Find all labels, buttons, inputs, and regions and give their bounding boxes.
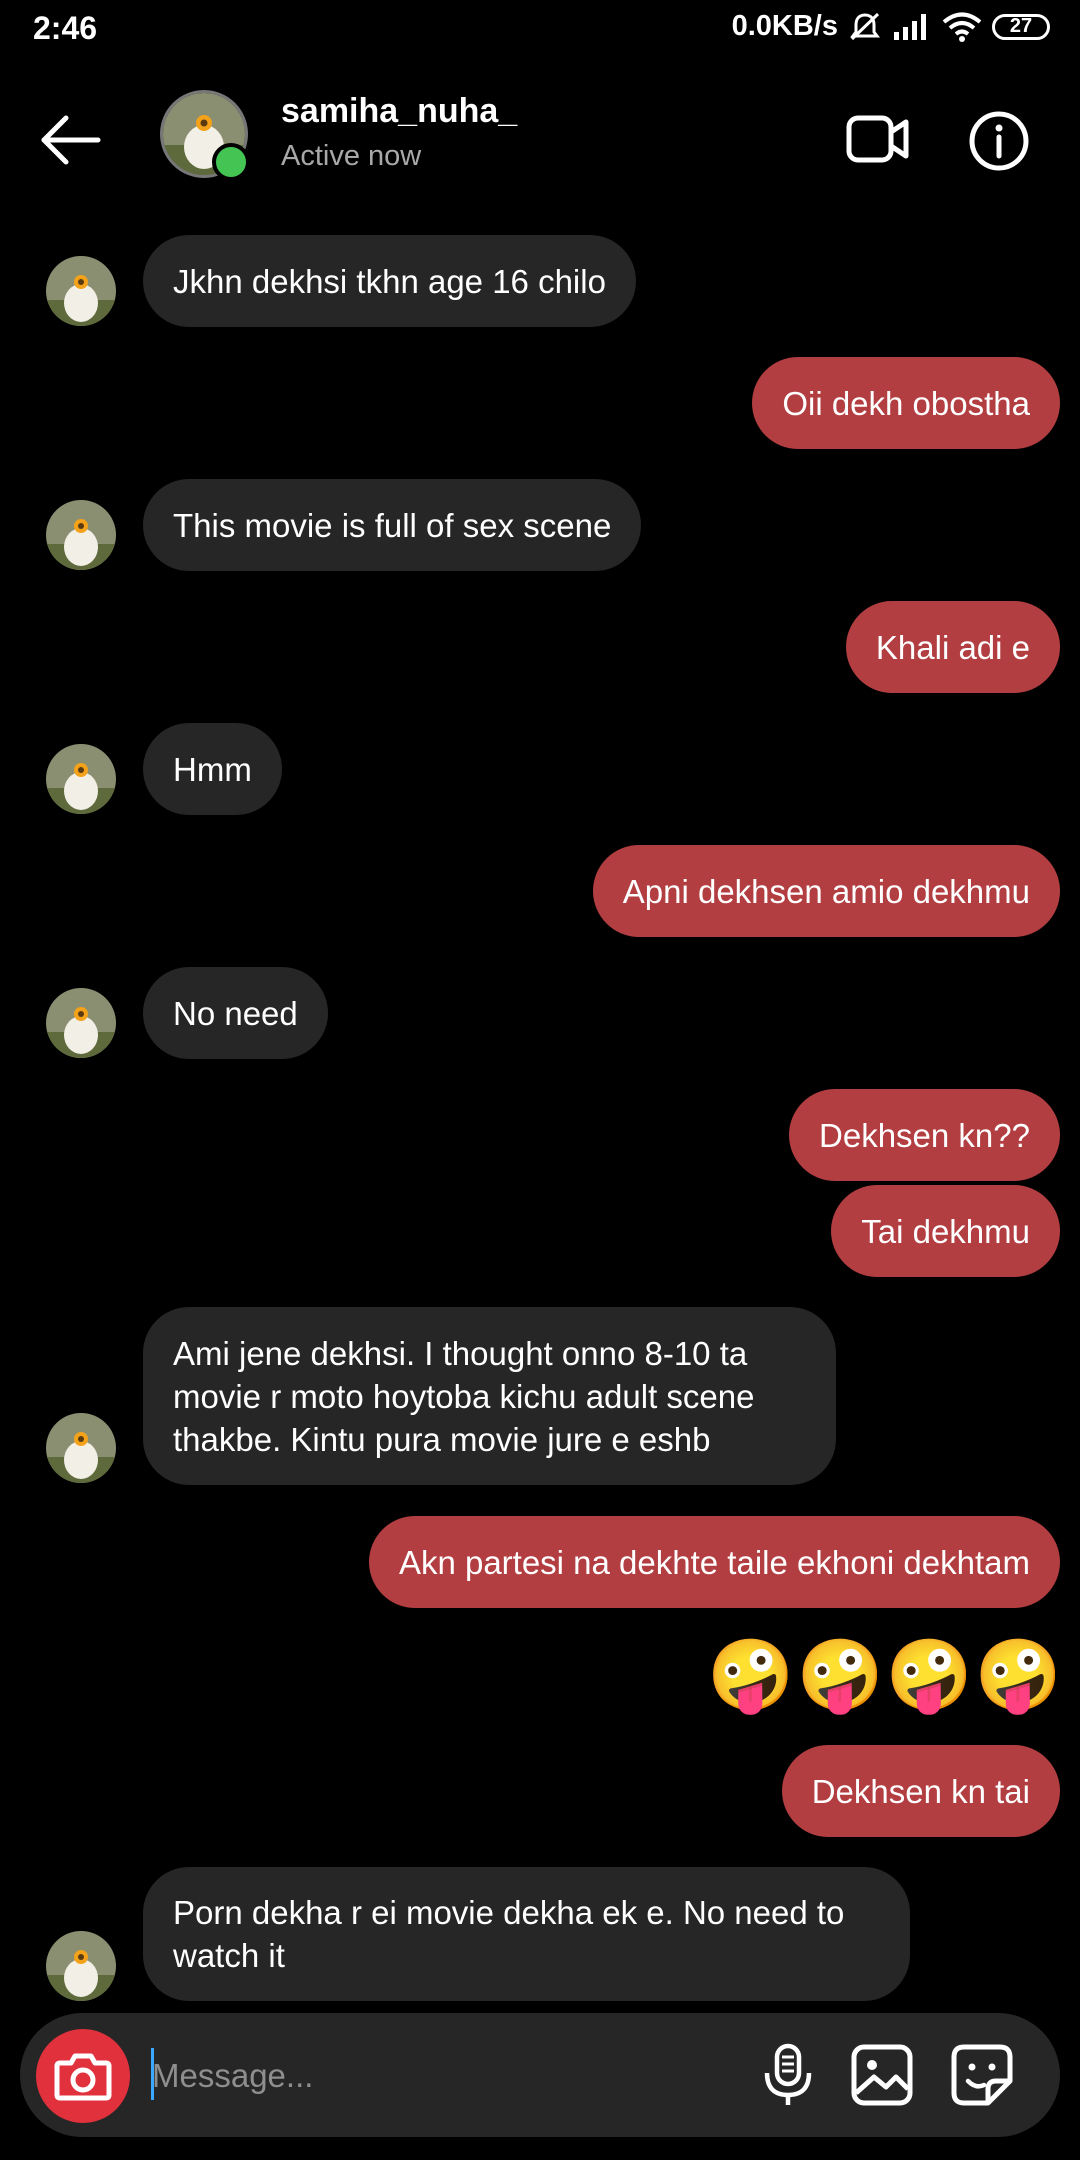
incoming-message[interactable]: Ami jene dekhsi. I thought onno 8-10 ta … [143, 1307, 836, 1485]
status-icons: 0.0KB/s 27 [732, 10, 1050, 43]
sender-avatar[interactable] [46, 1413, 116, 1483]
message-composer [20, 2013, 1060, 2137]
camera-icon [54, 2053, 112, 2101]
gallery-icon[interactable] [850, 2043, 914, 2107]
contact-username[interactable]: samiha_nuha_ [281, 92, 517, 131]
video-call-icon[interactable] [846, 110, 910, 168]
outgoing-message[interactable]: Tai dekhmu [831, 1185, 1060, 1277]
outgoing-message[interactable]: Apni dekhsen amio dekhmu [592, 845, 1060, 937]
incoming-message[interactable]: Hmm [143, 723, 282, 815]
message-input[interactable] [150, 2045, 754, 2107]
outgoing-message[interactable]: Akn partesi na dekhte taile ekhoni dekht… [368, 1516, 1060, 1608]
incoming-message[interactable]: Porn dekha r ei movie dekha ek e. No nee… [143, 1867, 910, 2001]
status-time: 2:46 [33, 10, 98, 46]
mute-icon [850, 12, 880, 40]
sender-avatar[interactable] [46, 1931, 116, 2001]
sender-avatar[interactable] [46, 256, 116, 326]
info-icon[interactable] [968, 110, 1030, 172]
network-speed: 0.0KB/s [731, 10, 838, 42]
signal-icon [894, 13, 926, 40]
incoming-message[interactable]: No need [143, 967, 328, 1059]
online-indicator [212, 143, 250, 181]
active-status: Active now [281, 140, 422, 172]
incoming-message[interactable]: Jkhn dekhsi tkhn age 16 chilo [143, 235, 636, 327]
battery-icon: 27 [992, 13, 1050, 40]
outgoing-message[interactable]: Oii dekh obostha [752, 357, 1060, 449]
status-bar: 2:46 0.0KB/s 27 [0, 0, 1080, 60]
outgoing-message[interactable]: Dekhsen kn tai [781, 1745, 1060, 1837]
sender-avatar[interactable] [46, 744, 116, 814]
outgoing-message[interactable]: Khali adi e [845, 601, 1060, 693]
incoming-message[interactable]: This movie is full of sex scene [143, 479, 642, 571]
chat-header: samiha_nuha_ Active now [0, 80, 1080, 190]
sticker-icon[interactable] [950, 2043, 1014, 2107]
emoji-message[interactable]: 🤪🤪🤪🤪 [707, 1635, 1064, 1715]
sender-avatar[interactable] [46, 500, 116, 570]
outgoing-message[interactable]: Dekhsen kn?? [789, 1089, 1060, 1181]
microphone-icon[interactable] [757, 2043, 819, 2107]
back-arrow-icon[interactable] [36, 110, 106, 170]
sender-avatar[interactable] [46, 988, 116, 1058]
wifi-icon [942, 12, 982, 42]
camera-button[interactable] [36, 2029, 130, 2123]
